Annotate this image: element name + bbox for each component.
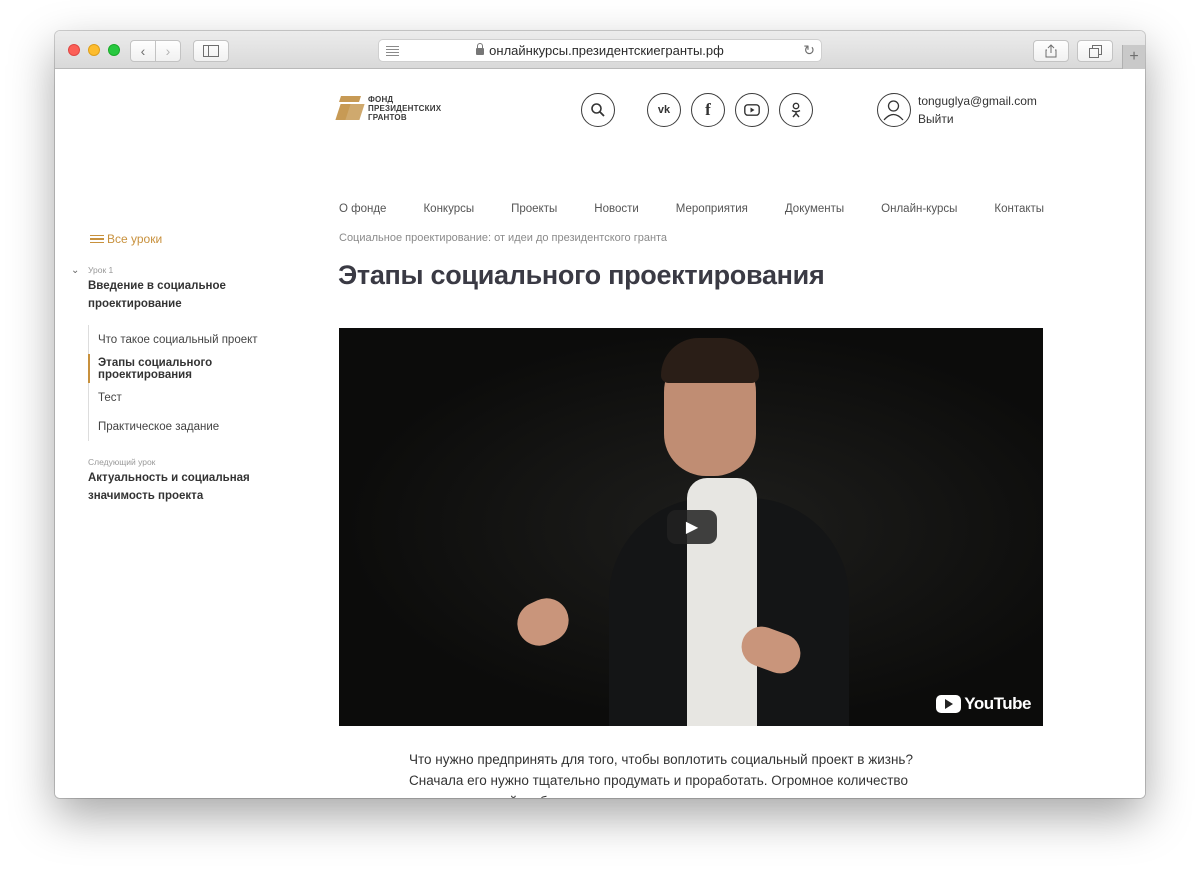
sublesson-item[interactable]: Тест xyxy=(89,383,288,412)
all-lessons-link[interactable]: Все уроки xyxy=(90,232,162,246)
odnoklassniki-link[interactable] xyxy=(779,93,813,127)
nav-item-documents[interactable]: Документы xyxy=(785,203,844,215)
sidebar-toggle-button[interactable] xyxy=(193,40,229,62)
browser-toolbar: ‹ › онлайнкурсы.президентскиегранты.рф ↻… xyxy=(55,31,1145,69)
youtube-logo[interactable]: YouTube xyxy=(936,694,1031,714)
play-icon: ▶ xyxy=(685,519,699,536)
play-button[interactable]: ▶ xyxy=(667,510,717,544)
browser-window: ‹ › онлайнкурсы.президентскиегранты.рф ↻… xyxy=(55,31,1145,798)
share-button[interactable] xyxy=(1033,40,1069,62)
lock-icon xyxy=(476,43,485,55)
current-lesson-title[interactable]: Введение в социальное проектирование xyxy=(88,277,303,313)
current-lesson-label: Урок 1 xyxy=(88,265,114,275)
user-email[interactable]: tonguglya@gmail.com xyxy=(918,94,1037,108)
youtube-wordmark: YouTube xyxy=(964,694,1031,713)
logo-mark xyxy=(334,94,365,122)
close-window-button[interactable] xyxy=(68,44,80,56)
minimize-window-button[interactable] xyxy=(88,44,100,56)
user-avatar[interactable] xyxy=(877,93,911,127)
logo-text: ФОНД ПРЕЗИДЕНТСКИХ ГРАНТОВ xyxy=(368,94,442,122)
back-button[interactable]: ‹ xyxy=(130,40,156,62)
nav-item-about[interactable]: О фонде xyxy=(339,203,386,215)
article-paragraph: Что нужно предпринять для того, чтобы во… xyxy=(409,752,913,767)
article-paragraph: Сначала его нужно тщательно продумать и … xyxy=(409,773,908,798)
tabs-icon xyxy=(1088,44,1102,58)
next-lesson-title[interactable]: Актуальность и социальная значимость про… xyxy=(88,469,303,505)
user-icon xyxy=(883,100,904,121)
nav-item-contests[interactable]: Конкурсы xyxy=(423,203,474,215)
youtube-icon xyxy=(744,104,760,116)
tab-overview-button[interactable] xyxy=(1077,40,1113,62)
video-player[interactable]: ▶ YouTube xyxy=(339,328,1043,726)
plus-icon: + xyxy=(1129,48,1139,65)
article-text: Что нужно предпринять для того, чтобы во… xyxy=(409,749,969,798)
sublesson-item-active[interactable]: Этапы социального проектирования xyxy=(88,354,288,383)
page-title: Этапы социального проектирования xyxy=(338,260,825,290)
address-bar[interactable]: онлайнкурсы.президентскиегранты.рф ↻ xyxy=(378,39,822,62)
search-icon xyxy=(591,103,605,117)
site-logo[interactable]: ФОНД ПРЕЗИДЕНТСКИХ ГРАНТОВ xyxy=(334,94,441,122)
forward-button[interactable]: › xyxy=(155,40,181,62)
nav-item-events[interactable]: Мероприятия xyxy=(676,203,748,215)
breadcrumb[interactable]: Социальное проектирование: от идеи до пр… xyxy=(339,232,667,244)
share-icon xyxy=(1045,44,1057,58)
all-lessons-label: Все уроки xyxy=(107,232,163,246)
youtube-play-icon xyxy=(936,695,962,713)
sidebar-icon xyxy=(203,45,219,57)
vk-icon: vk xyxy=(657,104,671,116)
sublesson-item[interactable]: Что такое социальный проект xyxy=(89,325,288,354)
logout-link[interactable]: Выйти xyxy=(918,112,954,126)
reader-icon[interactable] xyxy=(386,46,399,58)
maximize-window-button[interactable] xyxy=(108,44,120,56)
chevron-left-icon: ‹ xyxy=(140,43,146,59)
facebook-icon: f xyxy=(705,100,711,119)
nav-item-online-courses[interactable]: Онлайн-курсы xyxy=(881,203,957,215)
next-lesson-label: Следующий урок xyxy=(88,457,156,467)
sublesson-item[interactable]: Практическое задание xyxy=(89,412,288,441)
url-text: онлайнкурсы.президентскиегранты.рф xyxy=(489,43,724,58)
search-button[interactable] xyxy=(581,93,615,127)
youtube-link[interactable] xyxy=(735,93,769,127)
vk-link[interactable]: vk xyxy=(647,93,681,127)
sublesson-list: Что такое социальный проект Этапы социал… xyxy=(88,325,288,441)
list-icon xyxy=(90,233,104,246)
odnoklassniki-icon xyxy=(791,102,801,118)
chevron-right-icon: › xyxy=(165,43,171,59)
chevron-down-icon[interactable]: ⌄ xyxy=(71,265,79,276)
new-tab-button[interactable]: + xyxy=(1122,45,1145,69)
reload-icon[interactable]: ↻ xyxy=(803,42,815,59)
facebook-link[interactable]: f xyxy=(691,93,725,127)
nav-item-news[interactable]: Новости xyxy=(594,203,639,215)
nav-item-projects[interactable]: Проекты xyxy=(511,203,557,215)
nav-item-contacts[interactable]: Контакты xyxy=(994,203,1044,215)
web-page: ФОНД ПРЕЗИДЕНТСКИХ ГРАНТОВ vk f tongugly… xyxy=(55,69,1145,798)
main-navigation: О фонде Конкурсы Проекты Новости Меропри… xyxy=(339,203,1081,215)
